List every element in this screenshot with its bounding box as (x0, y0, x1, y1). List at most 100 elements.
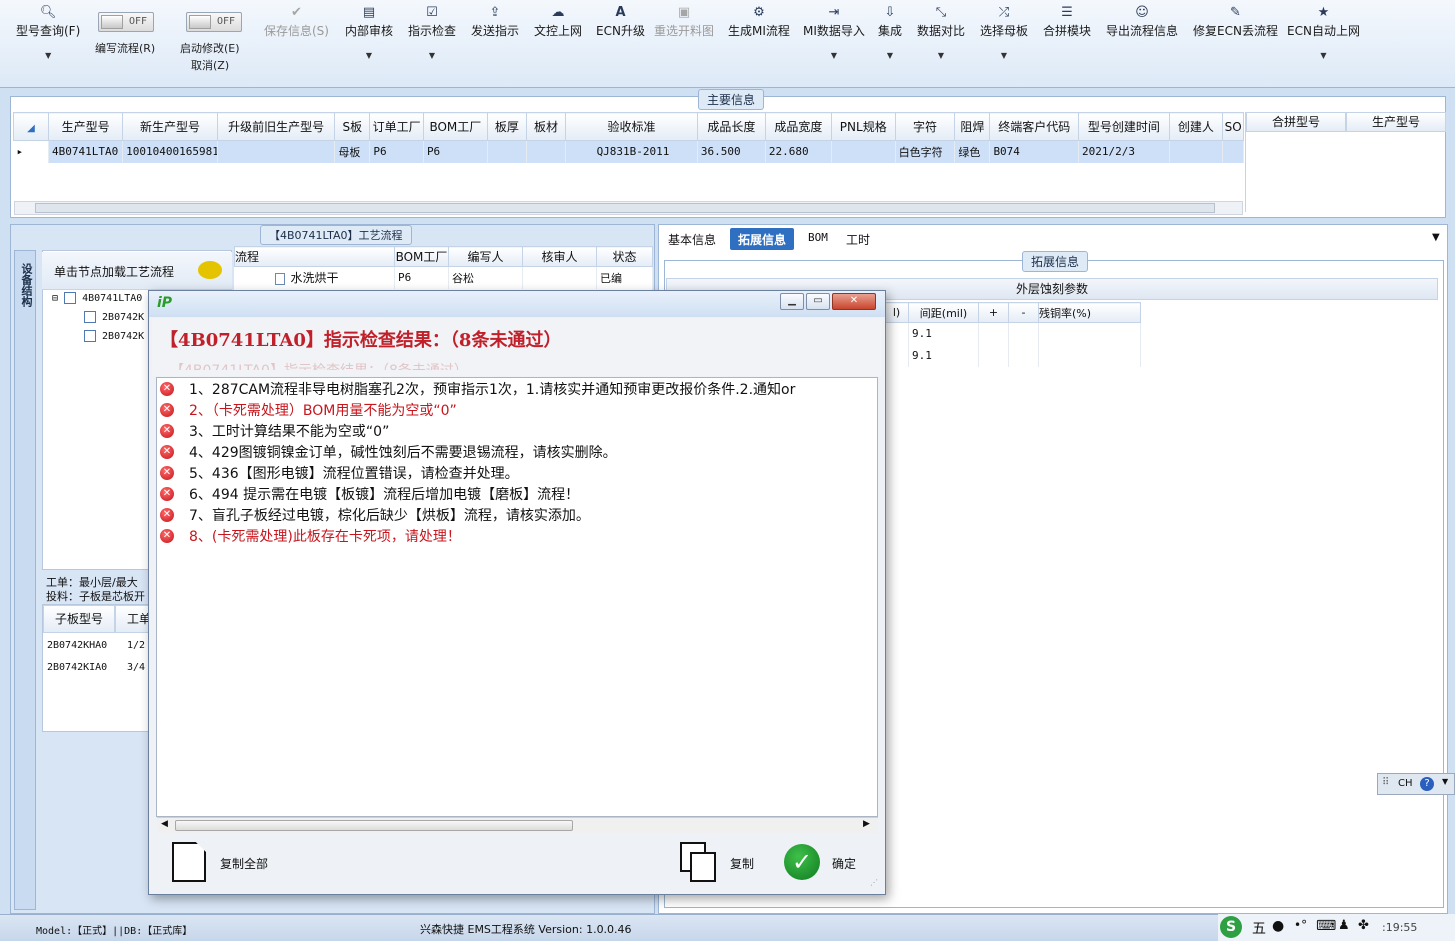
language-bar[interactable]: ⠿ CH ? ▼ (1377, 773, 1455, 795)
tab-bom[interactable]: BOM (800, 228, 836, 250)
tab-basic-info[interactable]: 基本信息 (660, 228, 724, 250)
maximize-button[interactable]: ▭ (806, 293, 830, 310)
table-cell[interactable]: 已编 (596, 266, 653, 289)
resize-grip-icon[interactable]: ⋰ (870, 878, 878, 887)
col-header[interactable]: 生产型号 (1346, 112, 1446, 132)
col-header[interactable]: 残铜率(%) (1038, 302, 1141, 323)
help-icon[interactable]: ? (1420, 777, 1434, 791)
tab-dropdown-icon[interactable]: ▼ (1432, 232, 1440, 243)
col-header[interactable]: 合拼型号 (1246, 112, 1346, 132)
reselect-cut-chart-button[interactable]: ▣ 重选开料图 (654, 4, 714, 39)
table-row[interactable]: 9.1 (884, 322, 1141, 345)
copy-all-button[interactable]: 复制全部 (170, 842, 280, 884)
scroll-thumb[interactable] (35, 203, 1215, 213)
cancel-modify-label[interactable]: 取消(Z) (191, 57, 229, 73)
col-header[interactable]: - (1008, 302, 1039, 323)
tree-node[interactable]: 2B0742K (84, 330, 144, 342)
table-cell[interactable]: P6 (423, 140, 488, 163)
table-cell[interactable] (1008, 344, 1039, 367)
load-process-button[interactable]: 单击节点加载工艺流程 (42, 252, 232, 290)
table-cell[interactable]: P6 (394, 266, 449, 289)
copy-button[interactable]: 复制 (678, 842, 762, 884)
send-instruction-button[interactable]: ⇪ 发送指示 (471, 4, 519, 39)
chevron-down-icon[interactable]: ▼ (1442, 777, 1448, 786)
col-header[interactable]: 字符 (894, 112, 956, 141)
table-row[interactable]: ▸ 4B0741LTA0 10010400165981 母板 P6 P6 QJ8… (13, 140, 1244, 163)
col-header[interactable]: 板材 (525, 112, 567, 141)
col-header[interactable]: 间距(mil) (908, 302, 979, 323)
col-header[interactable]: SO (1222, 112, 1244, 141)
chevron-down-icon[interactable]: ▼ (408, 51, 456, 60)
col-header[interactable]: PNL规格 (830, 112, 896, 141)
minimize-button[interactable]: ▁ (780, 293, 804, 310)
list-item[interactable]: ✕ 5、436【图形电镀】流程位置错误，请检查并处理。 (160, 463, 519, 483)
scroll-right-icon[interactable]: ▶ (863, 819, 870, 829)
list-item[interactable]: ✕ 8、(卡死需处理)此板存在卡死项，请处理！ (160, 526, 461, 546)
chevron-down-icon[interactable]: ▼ (1287, 51, 1360, 60)
scroll-thumb[interactable] (175, 820, 573, 831)
col-header[interactable]: 子板型号 (43, 605, 115, 633)
col-header[interactable]: 升级前旧生产型号 (216, 112, 336, 141)
table-cell[interactable]: QJ831B-2011 (565, 140, 698, 163)
punct-icon[interactable]: ● (1272, 918, 1284, 934)
table-cell[interactable]: 谷松 (448, 266, 523, 289)
table-cell[interactable]: 绿色 (954, 140, 991, 163)
internal-review-button[interactable]: ▤ 内部审核 ▼ (345, 4, 393, 60)
table-cell[interactable]: 9.1 (908, 322, 979, 345)
col-header[interactable]: 新生产型号 (122, 112, 218, 141)
process-name[interactable]: 水洗烘干 (234, 266, 395, 289)
col-header[interactable]: 成品长度 (696, 112, 766, 141)
col-header[interactable]: 终端客户代码 (989, 112, 1080, 141)
integrate-button[interactable]: ⇩ 集成 ▼ (878, 4, 902, 60)
table-cell[interactable] (831, 140, 896, 163)
col-header[interactable]: BOM工厂 (394, 246, 449, 267)
table-cell[interactable] (522, 266, 597, 289)
table-cell[interactable]: 22.680 (765, 140, 832, 163)
table-cell[interactable] (1169, 140, 1224, 163)
col-header[interactable]: 板厚 (486, 112, 527, 141)
col-header[interactable]: 生产型号 (48, 112, 124, 141)
list-item[interactable]: ✕ 1、287CAM流程非导电树脂塞孔2次，预审指示1次，1.请核实并通知预审更改… (160, 379, 795, 399)
table-row[interactable]: 9.1 (884, 344, 1141, 367)
close-button[interactable]: ✕ (832, 293, 876, 310)
table-cell[interactable] (217, 140, 336, 163)
table-cell[interactable]: 4B0741LTA0 (48, 140, 124, 163)
chevron-down-icon[interactable]: ▼ (803, 51, 865, 60)
col-header[interactable]: 验收标准 (565, 112, 698, 141)
table-cell[interactable] (978, 344, 1009, 367)
table-cell[interactable] (487, 140, 527, 163)
doc-online-button[interactable]: ☁ 文控上网 (534, 4, 582, 39)
col-header[interactable]: 阻焊 (954, 112, 991, 141)
merge-module-button[interactable]: ☰ 合拼模块 (1043, 4, 1091, 39)
tab-extended-info[interactable]: 拓展信息 (730, 228, 795, 250)
table-cell[interactable] (526, 140, 567, 163)
scroll-left-icon[interactable]: ◀ (161, 819, 168, 829)
keyboard-icon[interactable]: ⌨ (1316, 918, 1336, 934)
ecn-auto-online-button[interactable]: ★ ECN自动上网 ▼ (1287, 4, 1360, 60)
col-header[interactable]: + (978, 302, 1009, 323)
tree-node[interactable]: 2B0742K (84, 311, 144, 323)
chevron-down-icon[interactable]: ▼ (16, 51, 80, 60)
chevron-down-icon[interactable]: ▼ (345, 51, 393, 60)
col-header[interactable]: S板 (334, 112, 371, 141)
model-search-button[interactable]: 🔍︎ 型号查询(F) ▼ (16, 4, 80, 60)
skin-icon[interactable]: ✤ (1358, 918, 1369, 933)
equipment-structure-tab[interactable]: 设备结构 (14, 250, 36, 910)
col-header[interactable]: 核审人 (522, 246, 597, 267)
instruction-check-button[interactable]: ☑ 指示检查 ▼ (408, 4, 456, 60)
fix-ecn-button[interactable]: ✎ 修复ECN丢流程 (1193, 4, 1278, 39)
edit-process-toggle[interactable]: OFF (98, 12, 154, 32)
table-row[interactable]: 2B0742KHA0 1/2 (43, 637, 163, 657)
table-cell[interactable] (884, 322, 909, 345)
ecn-upgrade-button[interactable]: A ECN升级 (596, 4, 645, 39)
list-hscroll[interactable]: ◀ ▶ (157, 817, 878, 833)
mi-import-button[interactable]: ⇥ MI数据导入 ▼ (803, 4, 865, 60)
col-header[interactable]: 成品宽度 (764, 112, 832, 141)
table-cell[interactable] (1038, 322, 1141, 345)
table-row[interactable]: 水洗烘干 P6 谷松 已编 (234, 266, 653, 289)
table-row[interactable]: 2B0742KIA0 3/4 (43, 659, 163, 679)
grid-corner[interactable]: ◢ (13, 112, 50, 141)
export-process-button[interactable]: ☺ 导出流程信息 (1106, 4, 1178, 39)
start-modify-toggle[interactable]: OFF (186, 12, 242, 32)
dialog-titlebar[interactable]: iP (149, 291, 885, 317)
